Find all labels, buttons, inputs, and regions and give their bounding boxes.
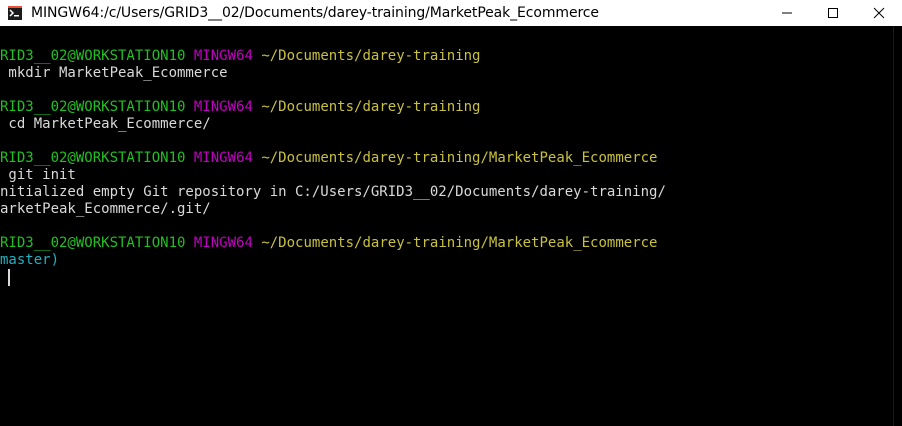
prompt-line: RID3__02@WORKSTATION10 MINGW64 ~/Documen… (0, 235, 666, 252)
output-line: arketPeak_Ecommerce/.git/ (0, 201, 211, 217)
command-line: cd MarketPeak_Ecommerce/ (0, 116, 211, 132)
maximize-button[interactable] (810, 0, 856, 26)
output-line: nitialized empty Git repository in C:/Us… (0, 184, 666, 200)
prompt-path: ~/Documents/darey-training/MarketPeak_Ec… (261, 150, 658, 166)
prompt-system: MINGW64 (193, 150, 253, 166)
prompt-line: RID3__02@WORKSTATION10 MINGW64 ~/Documen… (0, 99, 666, 116)
prompt-path: ~/Documents/darey-training (261, 48, 481, 64)
prompt-system: MINGW64 (193, 99, 253, 115)
prompt-user-host: RID3__02@WORKSTATION10 (0, 235, 186, 251)
prompt-user-host: RID3__02@WORKSTATION10 (0, 150, 186, 166)
git-branch-indicator: master) (0, 252, 60, 268)
prompt-user-host: RID3__02@WORKSTATION10 (0, 48, 186, 64)
prompt-path: ~/Documents/darey-training/MarketPeak_Ec… (261, 235, 658, 251)
command-line: git init (0, 167, 76, 183)
terminal-window: MINGW64:/c/Users/GRID3__02/Documents/dar… (0, 0, 902, 426)
vertical-scrollbar[interactable] (893, 26, 902, 426)
close-button[interactable] (856, 0, 902, 26)
title-bar[interactable]: MINGW64:/c/Users/GRID3__02/Documents/dar… (0, 0, 902, 26)
prompt-system: MINGW64 (193, 48, 253, 64)
close-icon (873, 7, 885, 19)
terminal-output[interactable]: RID3__02@WORKSTATION10 MINGW64 ~/Documen… (0, 26, 894, 426)
prompt-line: RID3__02@WORKSTATION10 MINGW64 ~/Documen… (0, 150, 666, 167)
minimize-button[interactable] (764, 0, 810, 26)
minimize-icon (782, 12, 792, 14)
git-bash-icon (7, 5, 23, 21)
text-cursor (8, 269, 10, 286)
prompt-line: RID3__02@WORKSTATION10 MINGW64 ~/Documen… (0, 48, 666, 65)
window-title: MINGW64:/c/Users/GRID3__02/Documents/dar… (31, 5, 599, 21)
prompt-user-host: RID3__02@WORKSTATION10 (0, 99, 186, 115)
command-line: mkdir MarketPeak_Ecommerce (0, 65, 228, 81)
prompt-path: ~/Documents/darey-training (261, 99, 481, 115)
input-line[interactable] (0, 269, 666, 286)
maximize-icon (828, 8, 838, 18)
prompt-system: MINGW64 (193, 235, 253, 251)
